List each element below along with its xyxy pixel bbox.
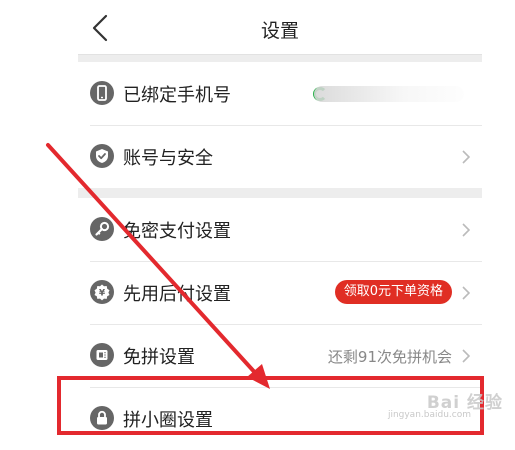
- remaining-count-value: 还剩91次免拼机会: [327, 348, 452, 366]
- bound-phone-row[interactable]: 已绑定手机号: [78, 62, 482, 125]
- account-security-row[interactable]: 账号与安全: [78, 125, 482, 188]
- phone-icon: [90, 81, 114, 105]
- account-security-label: 账号与安全: [123, 148, 213, 169]
- skip-group-buy-row[interactable]: 免拼设置 还剩91次免拼机会: [78, 324, 482, 387]
- bound-phone-label: 已绑定手机号: [123, 85, 231, 106]
- phone-number-value-blurred: [314, 86, 464, 102]
- chevron-right-icon: [462, 349, 470, 363]
- svg-text:¥: ¥: [99, 289, 106, 299]
- lock-icon: [90, 406, 114, 430]
- watermark-url: jingyan.baidu.com: [387, 410, 471, 420]
- page-title: 设置: [260, 20, 299, 42]
- chevron-right-icon: [462, 223, 470, 237]
- password-free-payment-label: 免密支付设置: [123, 221, 231, 242]
- nav-bar: 设置: [78, 0, 482, 55]
- badge-check-icon: ¥: [90, 280, 114, 304]
- skip-group-buy-label: 免拼设置: [123, 347, 195, 368]
- pay-later-label: 先用后付设置: [123, 284, 231, 305]
- pin-circle-settings-label: 拼小圈设置: [123, 410, 213, 431]
- promo-badge[interactable]: 领取0元下单资格: [334, 280, 452, 304]
- password-free-payment-row[interactable]: 免密支付设置: [78, 198, 482, 261]
- chevron-right-icon: [462, 150, 470, 164]
- key-icon: [90, 217, 114, 241]
- chevron-right-icon: [462, 286, 470, 300]
- coupon-icon: [90, 343, 114, 367]
- account-group: 已绑定手机号 账号与安全: [78, 62, 482, 188]
- settings-screen: 设置 已绑定手机号 账号与安全 免密支付设置 ¥ 先用后付设置 领取0元下单资格…: [78, 0, 482, 450]
- shield-check-icon: [90, 144, 114, 168]
- pay-later-row[interactable]: ¥ 先用后付设置 领取0元下单资格: [78, 261, 482, 324]
